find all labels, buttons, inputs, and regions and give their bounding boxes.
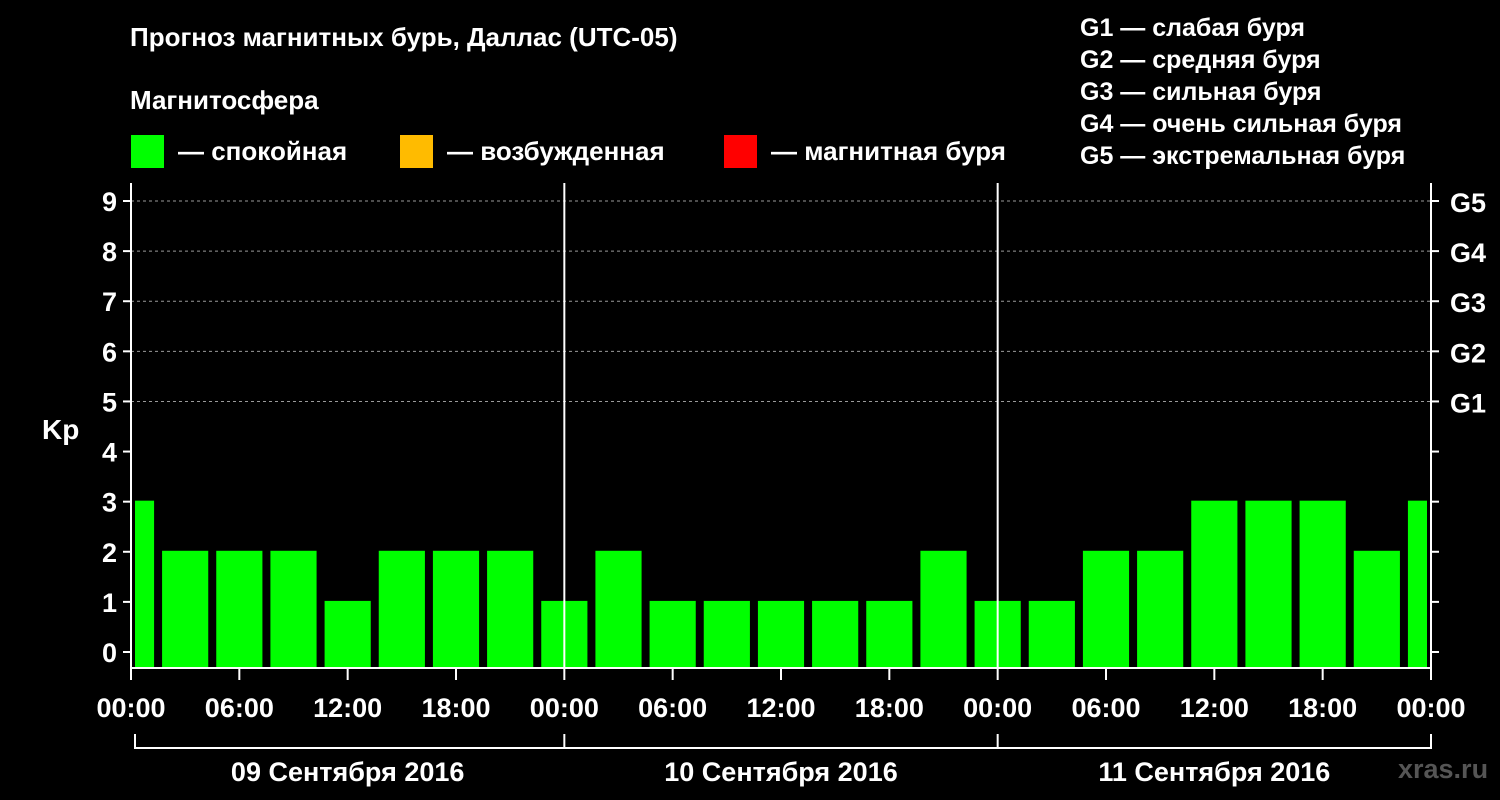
kp-bar <box>595 550 642 668</box>
x-tick-label: 00:00 <box>96 693 165 723</box>
x-tick-label: 00:00 <box>1396 693 1465 723</box>
g-tick-label: G2 <box>1450 338 1486 368</box>
day-label: 10 Сентября 2016 <box>664 757 897 787</box>
y-tick-label: 5 <box>102 387 117 417</box>
kp-bar <box>216 550 263 668</box>
kp-bar <box>1353 550 1400 668</box>
g-tick-label: G4 <box>1450 238 1486 268</box>
y-tick-label: 8 <box>102 237 117 267</box>
y-tick-label: 9 <box>102 187 117 217</box>
day-label: 09 Сентября 2016 <box>231 757 464 787</box>
x-tick-label: 12:00 <box>313 693 382 723</box>
kp-bar <box>866 600 913 668</box>
y-axis-label: Kp <box>42 414 79 445</box>
x-tick-label: 00:00 <box>963 693 1032 723</box>
day-label: 11 Сентября 2016 <box>1098 757 1330 787</box>
kp-bar-chart: 0 1 2 3 4 5 6 7 8 9 G1 G2 G3 G4 G5 Kp 00:00 06:00 12:00 18:… <box>42 183 1486 787</box>
source-label: xras.ru <box>1398 754 1489 784</box>
kp-bar <box>649 600 696 668</box>
kp-bar <box>135 500 155 668</box>
x-tick-label: 18:00 <box>855 693 924 723</box>
g-tick-label: G3 <box>1450 288 1486 318</box>
kp-bar <box>487 550 534 668</box>
x-tick-label: 00:00 <box>530 693 599 723</box>
y-tick-label: 7 <box>102 287 117 317</box>
kp-bar <box>1191 500 1238 668</box>
kp-bar <box>812 600 859 668</box>
y-tick-label: 3 <box>102 488 117 518</box>
kp-bar <box>920 550 967 668</box>
kp-bar <box>1082 550 1130 668</box>
kp-bar <box>703 600 750 668</box>
x-tick-label: 12:00 <box>1180 693 1249 723</box>
kp-bar <box>1407 500 1427 668</box>
y-tick-label: 1 <box>102 588 117 618</box>
kp-bar <box>162 550 209 668</box>
kp-bar <box>270 550 317 668</box>
x-tick-label: 12:00 <box>746 693 815 723</box>
g-tick-label: G5 <box>1450 188 1486 218</box>
y-tick-label: 4 <box>102 438 117 468</box>
kp-bar <box>432 550 480 668</box>
x-tick-label: 18:00 <box>1288 693 1357 723</box>
kp-bar <box>1028 600 1075 668</box>
x-tick-label: 06:00 <box>205 693 274 723</box>
kp-bar <box>757 600 805 668</box>
x-tick-label: 06:00 <box>638 693 707 723</box>
y-tick-label: 6 <box>102 337 117 367</box>
y-tick-label: 2 <box>102 538 117 568</box>
kp-bar <box>1245 500 1292 668</box>
x-tick-label: 06:00 <box>1071 693 1140 723</box>
kp-bar <box>1299 500 1346 668</box>
kp-bar <box>1137 550 1184 668</box>
kp-bar <box>324 600 371 668</box>
g-tick-label: G1 <box>1450 388 1486 418</box>
kp-bar <box>378 550 425 668</box>
y-tick-label: 0 <box>102 638 117 668</box>
x-tick-label: 18:00 <box>421 693 490 723</box>
